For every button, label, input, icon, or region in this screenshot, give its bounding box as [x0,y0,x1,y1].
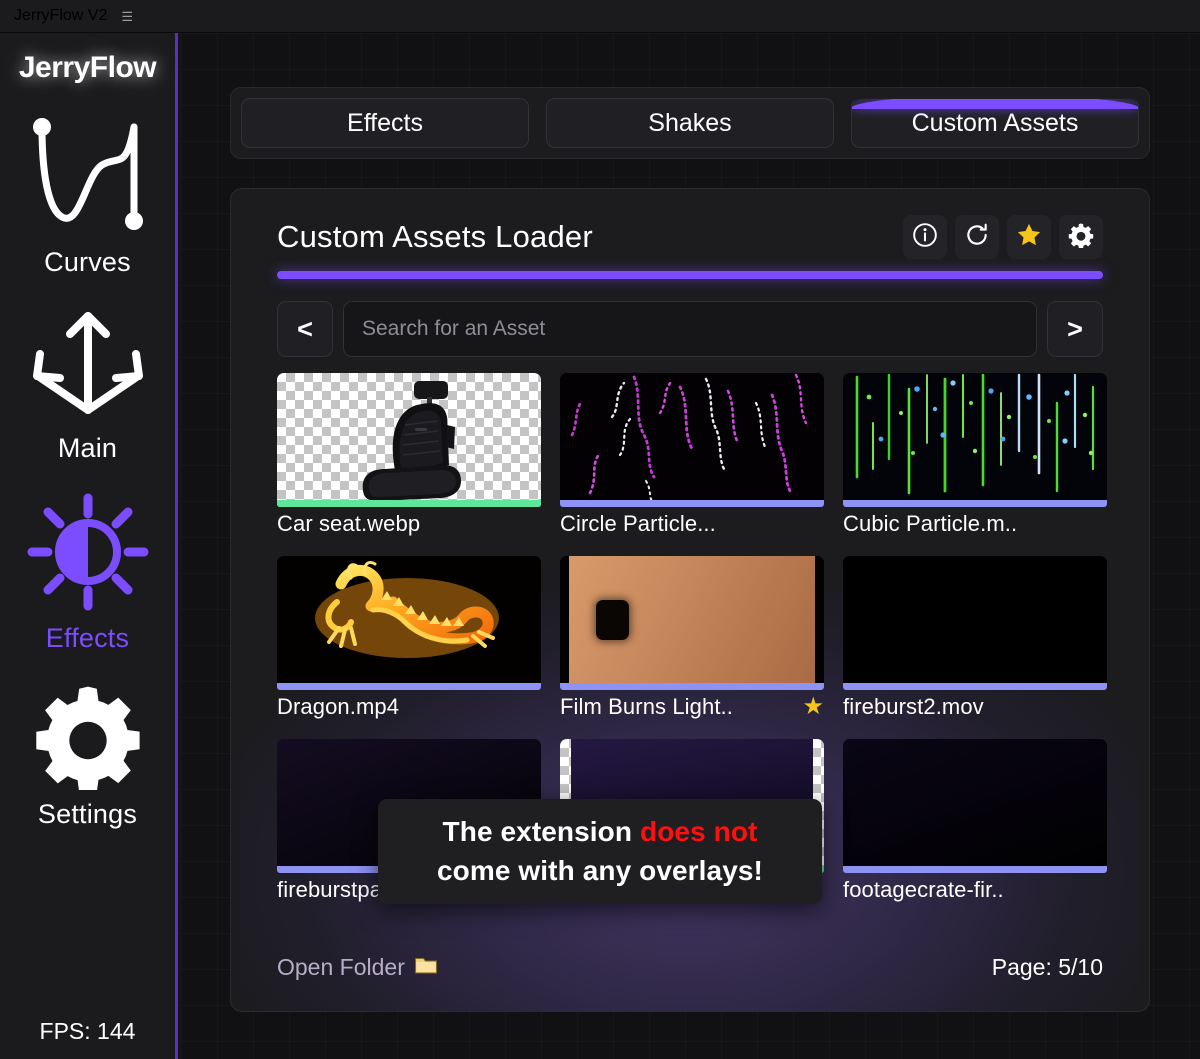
asset-name: Cubic Particle.m.. [843,511,1017,537]
asset-name: Film Burns Light.. [560,694,733,720]
gear-icon [1068,222,1094,253]
asset-thumbnail[interactable] [277,373,541,507]
favorites-button[interactable] [1007,215,1051,259]
chevron-right-icon: > [1067,314,1083,345]
asset-type-accent [843,866,1107,873]
asset-thumbnail[interactable] [843,739,1107,873]
window-title: JerryFlow V2 [14,7,107,25]
sidebar-item-label: Main [58,433,117,464]
header-actions [903,215,1103,259]
asset-card[interactable]: Circle Particle... [560,373,824,537]
favorite-star-icon[interactable]: ★ [802,695,824,719]
folder-icon [414,954,438,981]
star-icon [1015,221,1043,254]
sidebar-nav: Curves Main [0,113,175,830]
open-folder-label: Open Folder [277,954,405,981]
tooltip-line2: come with any overlays! [437,855,763,886]
title-bar: JerryFlow V2 ☰ [0,0,1200,33]
asset-name: Car seat.webp [277,511,420,537]
sidebar-item-effects[interactable]: Effects [0,490,175,654]
gear-icon [33,680,143,795]
sidebar-item-settings[interactable]: Settings [0,680,175,830]
sidebar: JerryFlow Curves [0,33,178,1059]
prev-page-button[interactable]: < [277,301,333,357]
asset-type-accent [843,500,1107,507]
panel-settings-button[interactable] [1059,215,1103,259]
curves-icon [24,113,152,243]
sidebar-item-curves[interactable]: Curves [0,113,175,278]
asset-card[interactable]: Cubic Particle.m.. [843,373,1107,537]
next-page-button[interactable]: > [1047,301,1103,357]
open-folder-button[interactable]: Open Folder [277,954,438,981]
tooltip-overlay: The extension does not come with any ove… [378,799,822,904]
panel-header: Custom Assets Loader [277,215,1103,259]
app-logo: JerryFlow [19,51,156,85]
asset-name: footagecrate-fir.. [843,877,1004,903]
chevron-left-icon: < [297,314,313,345]
asset-card[interactable]: fireburst2.mov [843,556,1107,720]
sidebar-item-label: Settings [38,799,137,830]
tab-label: Custom Assets [912,109,1079,138]
asset-type-accent [277,683,541,690]
asset-name: Circle Particle... [560,511,716,537]
tab-label: Effects [347,109,423,138]
asset-card[interactable]: footagecrate-fir.. [843,739,1107,903]
asset-thumbnail[interactable] [843,556,1107,690]
asset-type-accent [843,683,1107,690]
asset-thumbnail[interactable] [560,373,824,507]
fps-counter: FPS: 144 [0,1018,175,1045]
info-button[interactable] [903,215,947,259]
tooltip-line1-prefix: The extension [443,816,640,847]
search-box[interactable] [343,301,1037,357]
tab-shakes[interactable]: Shakes [546,98,834,148]
sidebar-item-label: Curves [44,247,131,278]
asset-type-accent [277,500,541,507]
tab-custom-assets[interactable]: Custom Assets [851,98,1139,148]
content-area: Effects Shakes Custom Assets Custom Asse… [181,33,1200,1059]
asset-thumbnail[interactable] [560,556,824,690]
tab-effects[interactable]: Effects [241,98,529,148]
tab-label: Shakes [648,109,731,138]
sidebar-item-label: Effects [46,623,129,654]
page-title: Custom Assets Loader [277,219,593,255]
asset-name: fireburst2.mov [843,694,984,720]
panel-footer: Open Folder Page: 5/10 [277,954,1103,981]
tooltip-warning-text: does not [640,816,757,847]
page-indicator: Page: 5/10 [992,954,1103,981]
asset-thumbnail[interactable] [277,556,541,690]
app-window: JerryFlow V2 ☰ JerryFlow Curves [0,0,1200,1059]
brightness-icon [24,490,152,619]
asset-type-accent [560,500,824,507]
asset-thumbnail[interactable] [843,373,1107,507]
info-icon [912,222,938,253]
tab-bar: Effects Shakes Custom Assets [230,87,1150,159]
refresh-button[interactable] [955,215,999,259]
refresh-icon [964,222,990,253]
asset-card[interactable]: Car seat.webp [277,373,541,537]
asset-card[interactable]: Dragon.mp4 [277,556,541,720]
sidebar-item-main[interactable]: Main [0,304,175,464]
asset-type-accent [560,683,824,690]
asset-name: Dragon.mp4 [277,694,399,720]
move-arrows-icon [24,304,152,429]
asset-card[interactable]: Film Burns Light.. ★ [560,556,824,720]
search-row: < > [277,301,1103,357]
search-input[interactable] [362,317,1018,341]
hamburger-menu-icon[interactable]: ☰ [121,10,133,23]
panel-accent-divider [277,271,1103,279]
